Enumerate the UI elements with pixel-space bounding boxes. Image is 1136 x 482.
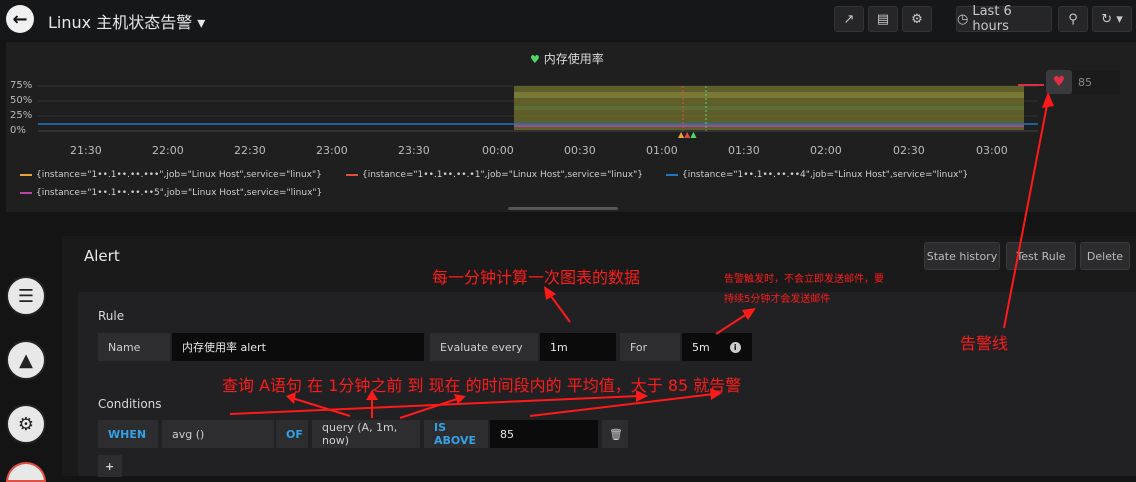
annotation-arrows xyxy=(229,92,1054,419)
threshold-line-annotation: 告警线 xyxy=(960,334,1009,353)
evaluate-annotation: 每一分钟计算一次图表的数据 xyxy=(432,268,641,287)
for-annotation-line2: 持续5分钟才会发送邮件 xyxy=(724,294,831,305)
for-annotation-line1: 告警触发时，不会立即发送邮件，要 xyxy=(724,274,884,285)
condition-annotation: 查询 A语句 在 1分钟之前 到 现在 的时间段内的 平均值，大于 85 就告警 xyxy=(222,376,742,395)
